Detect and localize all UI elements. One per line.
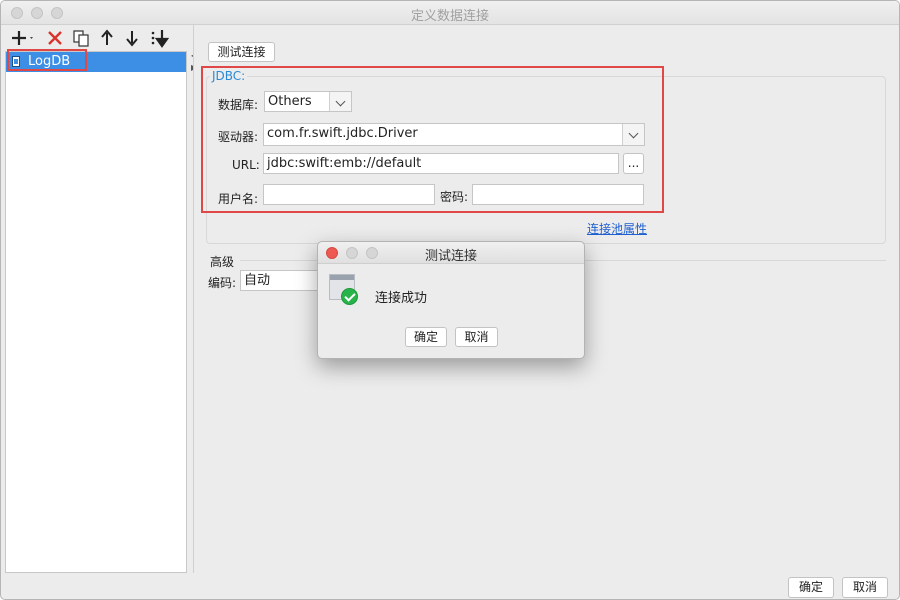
arrow-up-icon xyxy=(101,29,113,45)
highlight-box-jdbc xyxy=(201,66,664,213)
copy-icon xyxy=(73,30,89,47)
checkmark-icon xyxy=(341,288,358,305)
connection-toolbar xyxy=(5,25,191,51)
arrow-down-icon xyxy=(126,31,138,47)
title-bar: 定义数据连接 xyxy=(1,1,899,25)
ok-button[interactable]: 确定 xyxy=(788,577,834,598)
success-icon xyxy=(329,274,358,305)
plus-icon xyxy=(12,31,33,45)
move-down-button[interactable] xyxy=(124,27,140,49)
window-title: 定义数据连接 xyxy=(410,9,489,24)
advanced-section-title: 高级 xyxy=(210,255,235,269)
encoding-label: 编码: xyxy=(208,276,237,290)
move-up-button[interactable] xyxy=(99,27,115,49)
connection-pool-link[interactable]: 连接池属性 xyxy=(587,220,647,237)
dialog-title: 测试连接 xyxy=(424,249,477,264)
test-connection-dialog: 测试连接 连接成功 确定 取消 xyxy=(317,241,585,359)
copy-connection-button[interactable] xyxy=(71,27,91,49)
dialog-cancel-button[interactable]: 取消 xyxy=(455,327,498,347)
sort-button[interactable] xyxy=(149,27,171,49)
cancel-button[interactable]: 取消 xyxy=(842,577,888,598)
dialog-title-bar: 测试连接 xyxy=(318,242,584,264)
highlight-box-connection xyxy=(7,49,87,71)
encoding-select-value: 自动 xyxy=(244,273,271,288)
delete-x-icon xyxy=(48,31,62,45)
dialog-ok-button[interactable]: 确定 xyxy=(405,327,447,347)
define-data-connection-window: 定义数据连接 LogDB 测试连接 JDBC: 数据库: Others 驱动器:… xyxy=(0,0,900,600)
test-connection-button[interactable]: 测试连接 xyxy=(208,42,275,62)
delete-connection-button[interactable] xyxy=(45,27,65,49)
connection-tree: LogDB xyxy=(5,51,187,573)
dialog-message: 连接成功 xyxy=(375,291,428,306)
connection-list-panel: LogDB ◀ ▶ xyxy=(5,25,197,573)
sort-icon xyxy=(151,30,170,48)
add-connection-button[interactable] xyxy=(11,27,37,49)
encoding-select[interactable]: 自动 xyxy=(240,270,318,291)
